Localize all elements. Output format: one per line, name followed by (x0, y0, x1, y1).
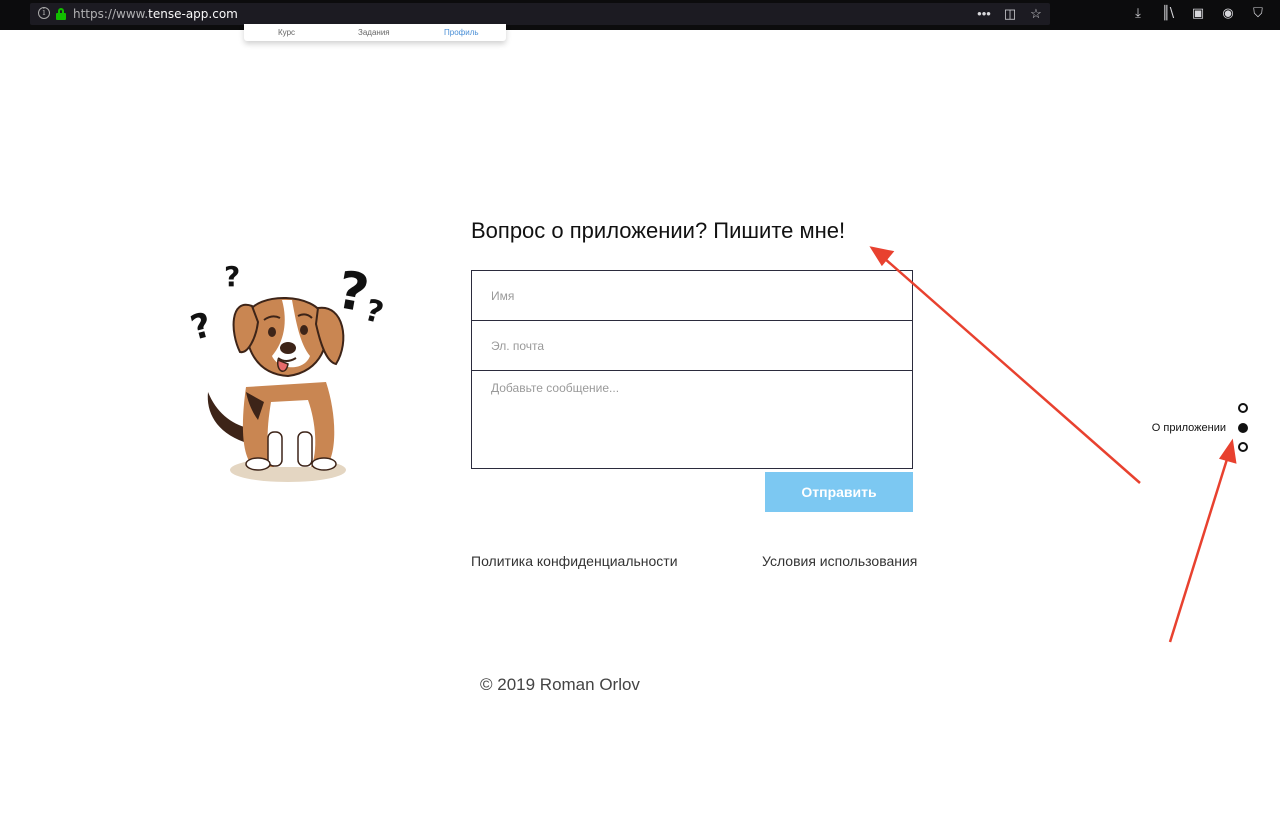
terms-of-use-link[interactable]: Условия использования (762, 553, 917, 569)
sidebar-icon[interactable]: ▣ (1190, 5, 1206, 23)
copyright-text: © 2019 Roman Orlov (480, 675, 640, 694)
tab-profile[interactable]: Профиль (444, 28, 479, 37)
confused-dog-illustration: ? ? ? ? (186, 260, 387, 482)
app-tabbar: Курс Задания Профиль (244, 24, 506, 41)
browser-toolbar: i https://www.tense-app.com ••• ◫ ☆ ⤓ ║\… (0, 0, 1280, 30)
url-text[interactable]: https://www.tense-app.com (73, 7, 238, 21)
lock-icon[interactable] (56, 8, 66, 20)
arrowhead-icon (869, 246, 895, 267)
email-input[interactable] (472, 321, 912, 371)
name-input[interactable] (472, 271, 912, 321)
section-dot-3[interactable] (1238, 442, 1248, 452)
info-icon[interactable]: i (38, 7, 50, 19)
url-bar[interactable]: i https://www.tense-app.com ••• ◫ ☆ (30, 3, 1050, 25)
message-textarea[interactable] (472, 371, 912, 468)
url-prefix: https://www. (73, 7, 149, 21)
shield-icon[interactable]: ⛉ (1250, 5, 1266, 23)
section-dot-1[interactable] (1238, 403, 1248, 413)
svg-text:?: ? (224, 260, 240, 293)
section-dot-2-active[interactable] (1238, 423, 1248, 433)
tab-tasks[interactable]: Задания (358, 28, 390, 37)
privacy-policy-link[interactable]: Политика конфиденциальности (471, 553, 678, 569)
section-nav: О приложении (1150, 400, 1260, 460)
contact-heading: Вопрос о приложении? Пишите мне! (471, 218, 846, 243)
contact-form (471, 270, 913, 469)
tab-course[interactable]: Курс (278, 28, 295, 37)
download-icon[interactable]: ⤓ (1130, 5, 1146, 23)
account-icon[interactable]: ◉ (1220, 5, 1236, 23)
section-nav-label: О приложении (1151, 422, 1226, 434)
annotation-arrow-sidenav (1168, 455, 1230, 643)
submit-button[interactable]: Отправить (765, 472, 913, 512)
url-domain: tense-app.com (148, 7, 238, 21)
bookmark-star-icon[interactable]: ☆ (1028, 5, 1044, 23)
more-icon[interactable]: ••• (976, 5, 992, 23)
pocket-icon[interactable]: ◫ (1002, 5, 1018, 23)
annotation-arrow-heading (883, 257, 1141, 484)
svg-text:?: ? (186, 305, 215, 349)
library-icon[interactable]: ║\ (1160, 5, 1176, 23)
